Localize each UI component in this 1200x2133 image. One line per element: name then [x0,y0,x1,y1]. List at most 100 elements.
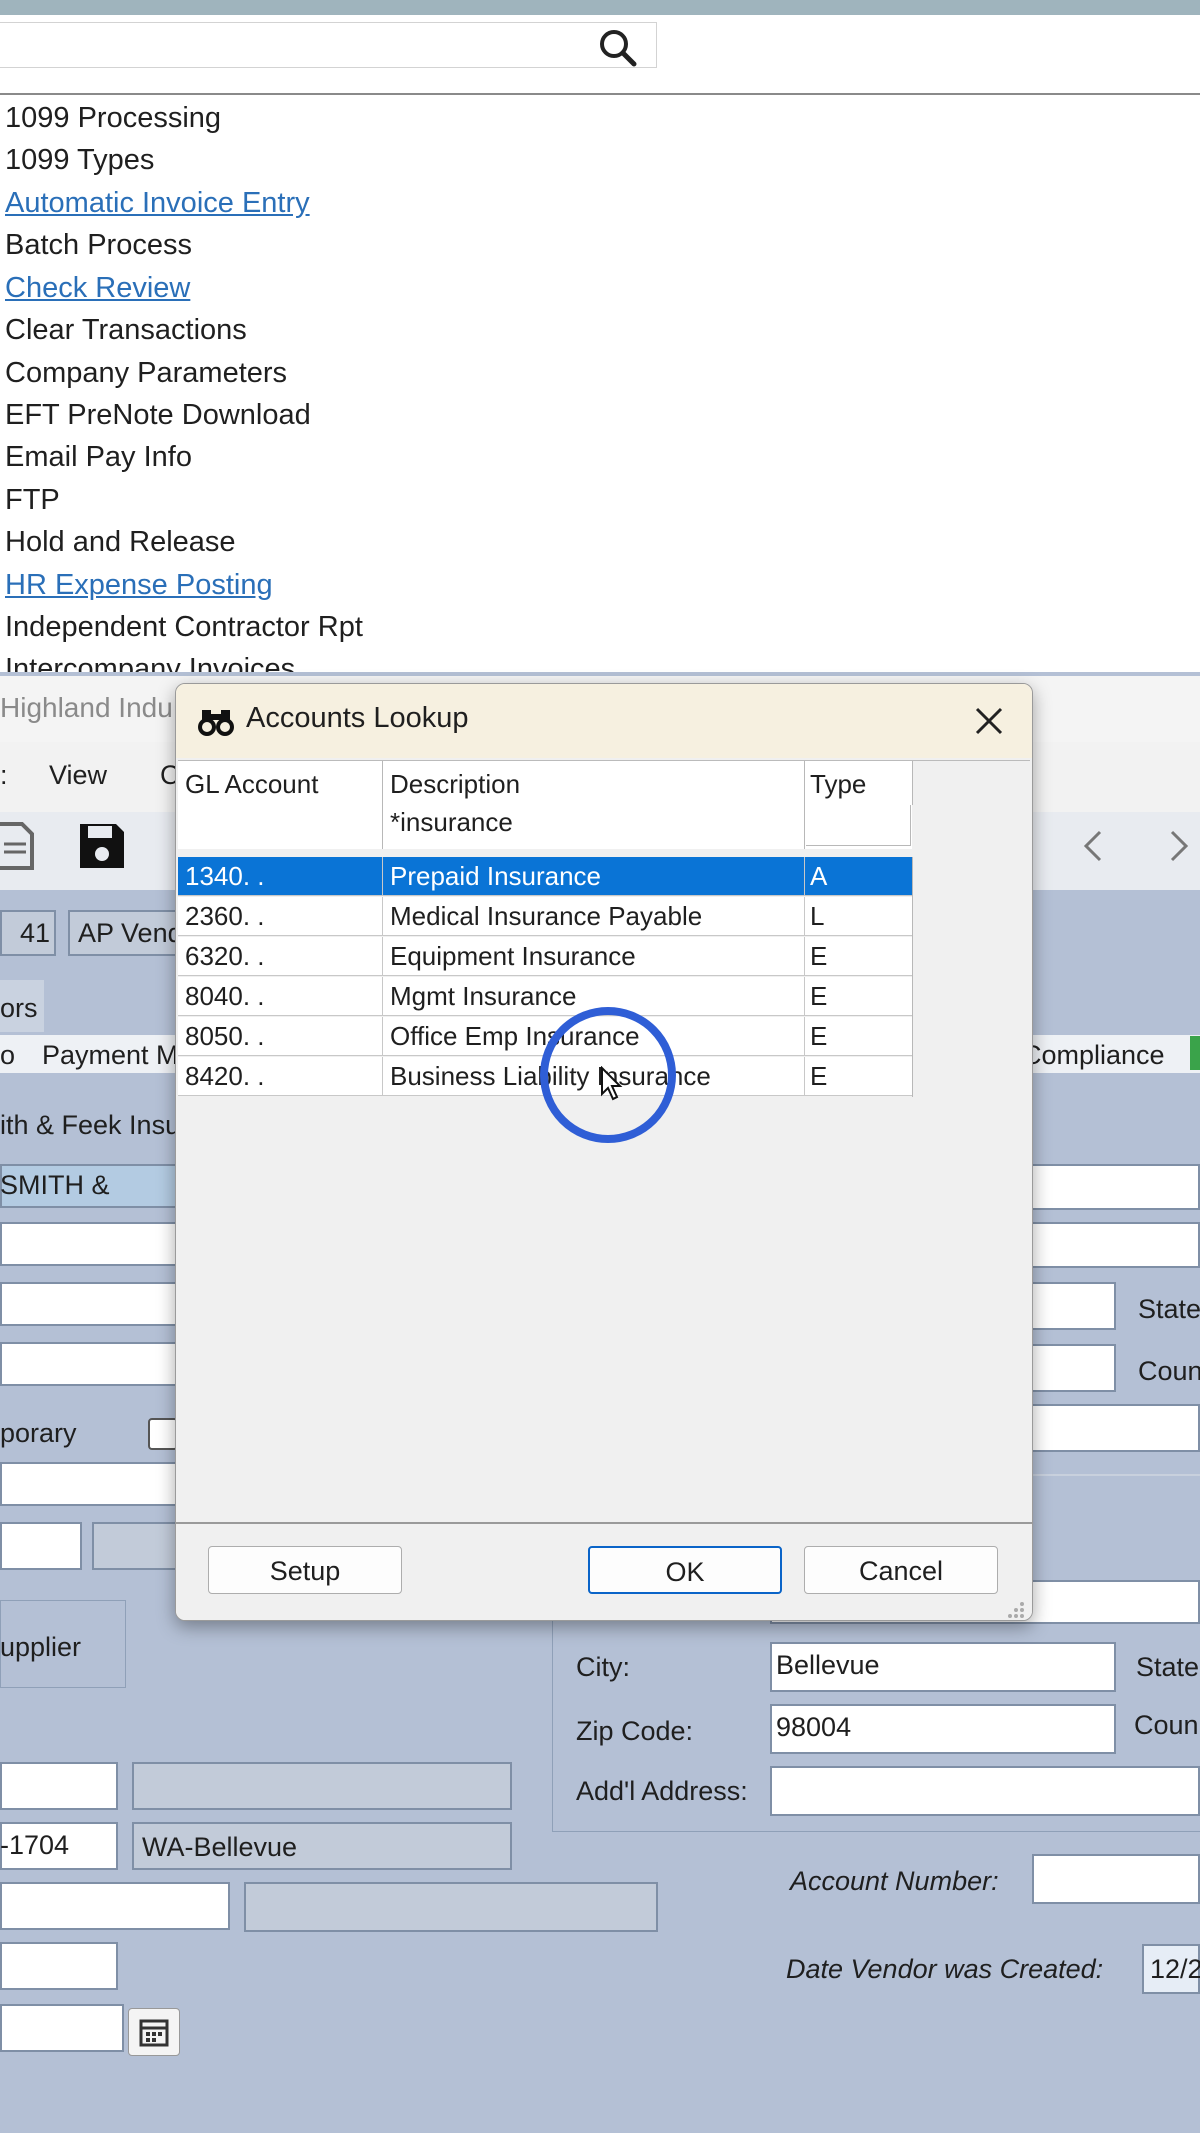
column-divider [382,761,383,849]
filter-description[interactable]: *insurance [384,805,804,845]
search-input[interactable] [0,22,657,68]
nav-item-clear-transactions[interactable]: Clear Transactions [5,314,247,347]
resize-grip-icon[interactable] [1004,1598,1026,1620]
date-created-label: Date Vendor was Created: [786,1954,1104,1984]
temporary-checkbox[interactable] [148,1418,178,1450]
right-city-field-top[interactable] [1030,1282,1116,1330]
zip-label: Zip Code: [576,1716,694,1746]
phone-value: -1704 [0,1830,70,1860]
right-field-3[interactable] [1030,1404,1200,1452]
table-row[interactable]: 8040. . Mgmt Insurance E [178,977,912,1016]
account-number-label: Account Number: [790,1866,999,1896]
nav-item-batch-process[interactable]: Batch Process [5,229,192,262]
close-icon[interactable] [966,698,1012,744]
table-row[interactable]: 2360. . Medical Insurance Payable L [178,897,912,936]
supplier-label: upplier [0,1632,82,1662]
description-cell: Mgmt Insurance [390,981,577,1011]
addl-address-label: Add'l Address: [576,1776,748,1806]
nav-item-company-parameters[interactable]: Company Parameters [5,357,287,390]
divider [1030,1474,1200,1476]
tab-compliance[interactable]: Compliance [1022,1040,1165,1071]
table-row[interactable]: 6320. . Equipment Insurance E [178,937,912,976]
phone-field[interactable] [0,1762,118,1810]
column-header-type[interactable]: Type [810,769,866,800]
nav-item-check-review[interactable]: Check Review [5,272,190,305]
right-zip-field-top[interactable] [1030,1344,1116,1392]
dialog-footer: Setup OK Cancel [176,1522,1032,1620]
ok-button[interactable]: OK [588,1546,782,1594]
vendor-type-value: AP Vend [78,918,183,948]
grid-right-border [912,857,913,1097]
field-8[interactable] [244,1882,658,1932]
cancel-button[interactable]: Cancel [804,1546,998,1594]
nav-item-intercompany-invoices[interactable]: Intercompany Invoices [5,653,295,672]
filter-type[interactable] [806,805,911,846]
address-field-2[interactable] [0,1282,180,1326]
field-6[interactable] [92,1522,180,1570]
column-header-description[interactable]: Description [390,769,520,800]
setup-button[interactable]: Setup [208,1546,402,1594]
vendor-name-text: ith & Feek Insu [0,1110,181,1140]
field-7[interactable] [0,1882,230,1930]
nav-item-automatic-invoice-entry[interactable]: Automatic Invoice Entry [5,187,310,220]
binoculars-icon [198,706,234,741]
menu-item-partial[interactable]: : [0,760,8,791]
right-field-2[interactable] [1030,1222,1200,1268]
country-label-top: Coun [1138,1356,1200,1386]
account-number-field[interactable] [1032,1854,1200,1904]
right-field-1[interactable] [1030,1164,1200,1210]
state-label-top: State [1138,1294,1200,1324]
city-value: Bellevue [776,1650,880,1680]
nav-item-hr-expense-posting[interactable]: HR Expense Posting [5,569,273,602]
nav-item-hold-and-release[interactable]: Hold and Release [5,526,236,559]
zip-value: 98004 [776,1712,852,1742]
address-field-3[interactable] [0,1342,180,1386]
nav-item-1099-processing[interactable]: 1099 Processing [5,102,221,135]
type-cell: E [810,1061,828,1091]
dialog-title: Accounts Lookup [246,702,469,734]
status-indicator [1190,1036,1200,1070]
prev-record-icon[interactable] [1080,828,1106,869]
sort-name-value: SMITH & [0,1170,110,1200]
nav-item-email-pay-info[interactable]: Email Pay Info [5,441,192,474]
type-cell: E [810,1021,828,1051]
gl-account-cell: 8420. . [185,1061,265,1091]
type-cell: E [810,941,828,971]
save-icon[interactable] [78,822,126,875]
column-divider [912,761,913,805]
tab-info[interactable]: o [0,1040,15,1071]
table-row[interactable]: 1340. . Prepaid Insurance A [178,857,912,896]
field-4[interactable] [0,1462,180,1506]
nav-item-1099-types[interactable]: 1099 Types [5,144,154,177]
nav-item-ftp[interactable]: FTP [5,484,60,517]
description-cell: Equipment Insurance [390,941,636,971]
phone-ext-field[interactable] [132,1762,512,1810]
vendor-number-value: 41 [20,918,51,948]
search-icon[interactable] [596,28,640,68]
nav-item-independent-contractor-rpt[interactable]: Independent Contractor Rpt [5,611,363,644]
field-5[interactable] [0,1522,82,1570]
tab-vendors-label: ors [0,993,38,1023]
address-field-1[interactable] [0,1222,180,1266]
window-title: Highland Indu [0,692,173,723]
date-field[interactable] [0,2004,124,2052]
gl-account-cell: 8050. . [185,1021,265,1051]
temporary-label: porary [0,1418,77,1448]
type-cell: L [810,901,825,931]
filter-gl-account[interactable] [178,805,382,845]
next-record-icon[interactable] [1166,828,1192,869]
column-header-gl-account[interactable]: GL Account [185,769,318,800]
country-label: Coun [1134,1710,1199,1740]
menu-view[interactable]: View [49,760,107,791]
date-created-value: 12/2 [1150,1954,1200,1984]
calendar-icon[interactable] [128,2008,180,2056]
column-divider [804,761,805,849]
filter-description-value: *insurance [390,807,513,837]
nav-item-eft-prenote-download[interactable]: EFT PreNote Download [5,399,311,432]
mouse-pointer-icon [600,1065,624,1107]
addl-address-field[interactable] [770,1766,1200,1816]
type-cell: A [810,861,828,891]
new-document-icon[interactable] [0,820,34,877]
field-9[interactable] [0,1942,118,1990]
tab-payment-method[interactable]: Payment M [42,1040,179,1071]
